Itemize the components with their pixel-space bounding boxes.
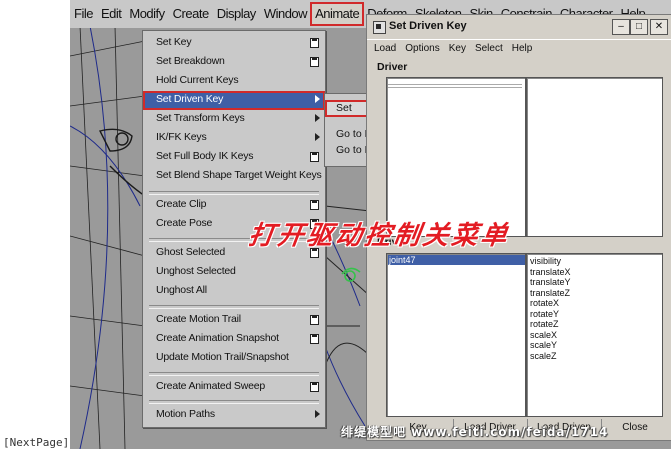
menu-item-create-animated-sweep[interactable]: Create Animated Sweep — [143, 378, 325, 397]
sdk-menu-load[interactable]: Load — [374, 40, 396, 57]
attribute-item[interactable]: rotateY — [530, 309, 571, 320]
menu-item-label: Create Motion Trail — [156, 313, 241, 325]
submenu-item-go-to-previous[interactable]: Go to Pr — [325, 126, 375, 143]
attribute-item[interactable]: rotateX — [530, 298, 571, 309]
option-box-icon[interactable] — [310, 334, 319, 344]
menu-separator — [149, 372, 319, 376]
option-box-icon[interactable] — [310, 57, 319, 67]
menu-item-label: Update Motion Trail/Snapshot — [156, 351, 289, 363]
attribute-item[interactable]: translateX — [530, 267, 571, 278]
menu-item-set-full-body-ik-keys[interactable]: Set Full Body IK Keys — [143, 148, 325, 167]
attribute-item[interactable]: scaleZ — [530, 351, 571, 362]
menu-item-label: Create Animated Sweep — [156, 380, 266, 392]
menu-item-label: Ghost Selected — [156, 246, 225, 258]
attribute-list: visibility translateX translateY transla… — [530, 256, 571, 361]
menu-item-ik-fk-keys[interactable]: IK/FK Keys — [143, 129, 325, 148]
menu-modify[interactable]: Modify — [125, 3, 168, 25]
submenu-item-label: Set — [336, 102, 352, 114]
close-window-button[interactable]: ✕ — [650, 19, 668, 35]
window-title: Set Driven Key — [389, 20, 467, 32]
menu-file[interactable]: File — [70, 3, 97, 25]
sdk-menubar: Load Options Key Select Help — [367, 39, 671, 57]
option-box-icon[interactable] — [310, 382, 319, 392]
driven-attribute-list[interactable]: visibility translateX translateY transla… — [526, 253, 663, 417]
attribute-item[interactable]: visibility — [530, 256, 571, 267]
menu-item-label: Set Full Body IK Keys — [156, 150, 254, 162]
submenu-item-set[interactable]: Set — [325, 100, 371, 117]
maya-window-icon — [373, 21, 386, 34]
maximize-button[interactable]: □ — [630, 19, 648, 35]
sdk-menu-options[interactable]: Options — [405, 40, 439, 57]
window-titlebar[interactable]: Set Driven Key – □ ✕ — [367, 15, 671, 39]
menu-item-label: IK/FK Keys — [156, 131, 207, 143]
attribute-item[interactable]: scaleY — [530, 340, 571, 351]
menu-item-label: Create Animation Snapshot — [156, 332, 279, 344]
set-driven-key-submenu: Set Go to Pr Go to Ne — [324, 93, 378, 167]
screenshot: File Edit Modify Create Display Window A… — [0, 0, 671, 449]
attribute-item[interactable]: translateZ — [530, 288, 571, 299]
menu-animate[interactable]: Animate — [310, 2, 365, 26]
driven-object-list[interactable]: joint47 — [386, 253, 526, 417]
sdk-menu-key[interactable]: Key — [449, 40, 466, 57]
sdk-menu-select[interactable]: Select — [475, 40, 503, 57]
sdk-menu-help[interactable]: Help — [512, 40, 533, 57]
menu-item-label: Set Transform Keys — [156, 112, 245, 124]
submenu-arrow-icon — [315, 410, 320, 418]
list-divider — [388, 84, 522, 88]
menu-item-create-motion-trail[interactable]: Create Motion Trail — [143, 311, 325, 330]
menu-display[interactable]: Display — [213, 3, 260, 25]
menu-item-update-motion-trail[interactable]: Update Motion Trail/Snapshot — [143, 349, 325, 368]
menu-item-label: Set Blend Shape Target Weight Keys — [156, 169, 322, 181]
menu-item-label: Unghost All — [156, 284, 207, 296]
menu-create[interactable]: Create — [169, 3, 213, 25]
watermark: 绯缇模型吧 www.feiti.com/feida/1714 — [341, 425, 609, 439]
driven-object-item[interactable]: joint47 — [388, 255, 525, 265]
menu-item-set-blend-shape-keys[interactable]: Set Blend Shape Target Weight Keys — [143, 167, 325, 186]
driver-object-list[interactable] — [386, 77, 526, 237]
submenu-arrow-icon — [315, 133, 320, 141]
submenu-arrow-icon — [315, 95, 320, 103]
menu-item-label: Set Breakdown — [156, 55, 225, 67]
menu-item-label: Set Driven Key — [156, 93, 224, 105]
menu-item-label: Create Pose — [156, 217, 213, 229]
option-box-icon[interactable] — [310, 152, 319, 162]
menu-edit[interactable]: Edit — [97, 3, 125, 25]
driver-section-label: Driver — [377, 61, 408, 73]
menu-item-label: Set Key — [156, 36, 192, 48]
menu-item-create-animation-snapshot[interactable]: Create Animation Snapshot — [143, 330, 325, 349]
menu-item-set-driven-key[interactable]: Set Driven Key — [143, 91, 325, 110]
menu-item-unghost-selected[interactable]: Unghost Selected — [143, 263, 325, 282]
menu-item-create-clip[interactable]: Create Clip — [143, 196, 325, 215]
menu-item-hold-current-keys[interactable]: Hold Current Keys — [143, 72, 325, 91]
menu-item-label: Create Clip — [156, 198, 207, 210]
submenu-item-go-to-next[interactable]: Go to Ne — [325, 142, 378, 159]
menu-item-label: Hold Current Keys — [156, 74, 239, 86]
menu-item-label: Motion Paths — [156, 408, 215, 420]
menu-separator — [149, 305, 319, 309]
menu-item-label: Unghost Selected — [156, 265, 236, 277]
menu-item-unghost-all[interactable]: Unghost All — [143, 282, 325, 301]
menu-separator — [149, 191, 319, 195]
attribute-item[interactable]: scaleX — [530, 330, 571, 341]
attribute-item[interactable]: translateY — [530, 277, 571, 288]
next-page-link[interactable]: [NextPage] — [3, 436, 69, 449]
minimize-button[interactable]: – — [612, 19, 630, 35]
submenu-arrow-icon — [315, 114, 320, 122]
menu-item-set-key[interactable]: Set Key — [143, 34, 325, 53]
menu-item-set-transform-keys[interactable]: Set Transform Keys — [143, 110, 325, 129]
menu-window[interactable]: Window — [260, 3, 311, 25]
option-box-icon[interactable] — [310, 315, 319, 325]
menu-item-set-breakdown[interactable]: Set Breakdown — [143, 53, 325, 72]
annotation-caption: 打开驱动控制关菜单 — [246, 221, 512, 251]
option-box-icon[interactable] — [310, 200, 319, 210]
driver-attribute-list[interactable] — [526, 77, 663, 237]
option-box-icon[interactable] — [310, 38, 319, 48]
menu-separator — [149, 400, 319, 404]
menu-item-motion-paths[interactable]: Motion Paths — [143, 406, 325, 425]
attribute-item[interactable]: rotateZ — [530, 319, 571, 330]
close-button[interactable]: Close — [601, 419, 668, 437]
